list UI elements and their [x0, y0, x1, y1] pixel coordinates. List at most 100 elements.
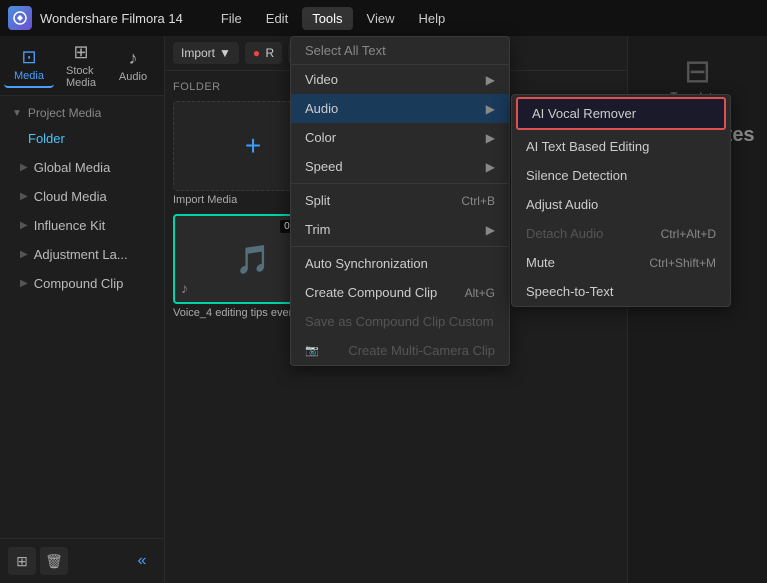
menu-item-save-compound: Save as Compound Clip Custom: [291, 307, 509, 336]
mute-label: Mute: [526, 255, 555, 270]
video-arrow-icon: ▶: [486, 73, 495, 87]
save-compound-label: Save as Compound Clip Custom: [305, 314, 494, 329]
compound-clip-label: Compound Clip: [34, 276, 124, 291]
speed-arrow-icon: ▶: [486, 160, 495, 174]
speed-label: Speed: [305, 159, 343, 174]
compound-clip-arrow: ▶: [20, 278, 28, 289]
menu-item-multi-camera: 📷 Create Multi-Camera Clip: [291, 336, 509, 365]
tab-audio[interactable]: ♪ Audio: [108, 44, 158, 87]
menu-file[interactable]: File: [211, 7, 252, 30]
color-label: Color: [305, 130, 336, 145]
sidebar-bottom: ⊞ 🗑 «: [0, 538, 164, 583]
audio-item-speech[interactable]: Speech-to-Text: [512, 277, 730, 306]
menu-item-audio[interactable]: Audio ▶ AI Vocal Remover AI Text Based E…: [291, 94, 509, 123]
global-media-arrow: ▶: [20, 162, 28, 173]
tab-media[interactable]: ⊡ Media: [4, 43, 54, 88]
video-label: Video: [305, 72, 338, 87]
tab-stock-media[interactable]: ⊞ Stock Media: [56, 38, 106, 93]
delete-button[interactable]: 🗑: [40, 547, 68, 575]
tab-audio-label: Audio: [119, 71, 147, 83]
cloud-media-arrow: ▶: [20, 191, 28, 202]
collapse-sidebar-button[interactable]: «: [128, 547, 156, 575]
sidebar-item-global-media[interactable]: ▶ Global Media: [0, 153, 164, 182]
menu-tools[interactable]: Tools: [302, 7, 352, 30]
select-all-text-label: Select All Text: [305, 43, 386, 58]
menu-item-trim[interactable]: Trim ▶: [291, 215, 509, 244]
text-editing-label: AI Text Based Editing: [526, 139, 649, 154]
audio-submenu[interactable]: AI Vocal Remover AI Text Based Editing S…: [511, 94, 731, 307]
voice-audio-icon: 🎵: [236, 243, 271, 276]
templates-icon: ⊟: [684, 53, 711, 89]
import-arrow-icon: ▼: [219, 46, 231, 60]
sidebar-item-adjustment-la[interactable]: ▶ Adjustment La...: [0, 240, 164, 269]
menu-item-split[interactable]: Split Ctrl+B: [291, 186, 509, 215]
titlebar: Wondershare Filmora 14 File Edit Tools V…: [0, 0, 767, 36]
new-folder-button[interactable]: ⊞: [8, 547, 36, 575]
color-arrow-icon: ▶: [486, 131, 495, 145]
audio-icon: ♪: [129, 48, 138, 69]
split-shortcut: Ctrl+B: [461, 194, 495, 208]
new-folder-icon: ⊞: [16, 553, 28, 570]
adjustment-la-label: Adjustment La...: [34, 247, 128, 262]
menu-item-video[interactable]: Video ▶: [291, 65, 509, 94]
multi-camera-label: Create Multi-Camera Clip: [348, 343, 495, 358]
menu-view[interactable]: View: [357, 7, 405, 30]
cloud-media-label: Cloud Media: [34, 189, 107, 204]
import-label: Import: [181, 46, 215, 60]
audio-item-mute[interactable]: Mute Ctrl+Shift+M: [512, 248, 730, 277]
menu-item-compound[interactable]: Create Compound Clip Alt+G: [291, 278, 509, 307]
tools-menu[interactable]: Select All Text Video ▶ Audio ▶ AI Vocal…: [290, 36, 510, 366]
stock-icon: ⊞: [73, 42, 88, 63]
audio-item-silence[interactable]: Silence Detection: [512, 161, 730, 190]
menu-help[interactable]: Help: [409, 7, 456, 30]
menu-item-speed[interactable]: Speed ▶: [291, 152, 509, 181]
sidebar-item-folder[interactable]: Folder: [0, 124, 164, 153]
audio-item-detach[interactable]: Detach Audio Ctrl+Alt+D: [512, 219, 730, 248]
app-logo: [8, 6, 32, 30]
import-button[interactable]: Import ▼: [173, 42, 239, 64]
project-media-header: ▼ Project Media: [0, 96, 164, 124]
auto-sync-label: Auto Synchronization: [305, 256, 428, 271]
delete-icon: 🗑: [45, 553, 63, 570]
sidebar-item-cloud-media[interactable]: ▶ Cloud Media: [0, 182, 164, 211]
compound-shortcut: Alt+G: [465, 286, 495, 300]
sidebar-item-compound-clip[interactable]: ▶ Compound Clip: [0, 269, 164, 298]
record-button[interactable]: ● R: [245, 42, 282, 64]
templates-icon-container: ⊟: [684, 52, 711, 90]
adjustment-la-arrow: ▶: [20, 249, 28, 260]
webcam-icon: 📷: [305, 344, 319, 357]
app-name: Wondershare Filmora 14: [40, 11, 183, 26]
menu-item-color[interactable]: Color ▶: [291, 123, 509, 152]
global-media-label: Global Media: [34, 160, 111, 175]
audio-item-text-editing[interactable]: AI Text Based Editing: [512, 132, 730, 161]
media-icon: ⊡: [21, 47, 36, 68]
record-icon: ●: [253, 46, 260, 60]
adjust-audio-label: Adjust Audio: [526, 197, 598, 212]
sidebar-item-influence-kit[interactable]: ▶ Influence Kit: [0, 211, 164, 240]
tab-stock-label: Stock Media: [66, 65, 96, 89]
tab-media-label: Media: [14, 70, 44, 82]
sidebar: ⊡ Media ⊞ Stock Media ♪ Audio T Titles ✦…: [0, 36, 165, 583]
menu-edit[interactable]: Edit: [256, 7, 298, 30]
folder-label: Folder: [20, 131, 65, 146]
compound-label: Create Compound Clip: [305, 285, 437, 300]
audio-item-vocal-remover[interactable]: AI Vocal Remover: [516, 97, 726, 130]
detach-shortcut: Ctrl+Alt+D: [661, 227, 716, 241]
menu-bar: File Edit Tools View Help: [211, 7, 455, 30]
influence-kit-label: Influence Kit: [34, 218, 106, 233]
voice-note-icon: ♪: [181, 280, 188, 296]
speech-label: Speech-to-Text: [526, 284, 613, 299]
trim-arrow-icon: ▶: [486, 223, 495, 237]
influence-kit-arrow: ▶: [20, 220, 28, 231]
divider-2: [291, 246, 509, 247]
silence-label: Silence Detection: [526, 168, 627, 183]
select-all-text-item[interactable]: Select All Text: [291, 37, 509, 65]
tab-bar: ⊡ Media ⊞ Stock Media ♪ Audio T Titles ✦…: [0, 36, 164, 96]
menu-item-auto-sync[interactable]: Auto Synchronization: [291, 249, 509, 278]
divider-1: [291, 183, 509, 184]
project-media-label: Project Media: [28, 106, 101, 120]
audio-item-adjust[interactable]: Adjust Audio: [512, 190, 730, 219]
collapse-icon: «: [138, 552, 147, 570]
detach-label: Detach Audio: [526, 226, 603, 241]
vocal-remover-label: AI Vocal Remover: [532, 106, 636, 121]
